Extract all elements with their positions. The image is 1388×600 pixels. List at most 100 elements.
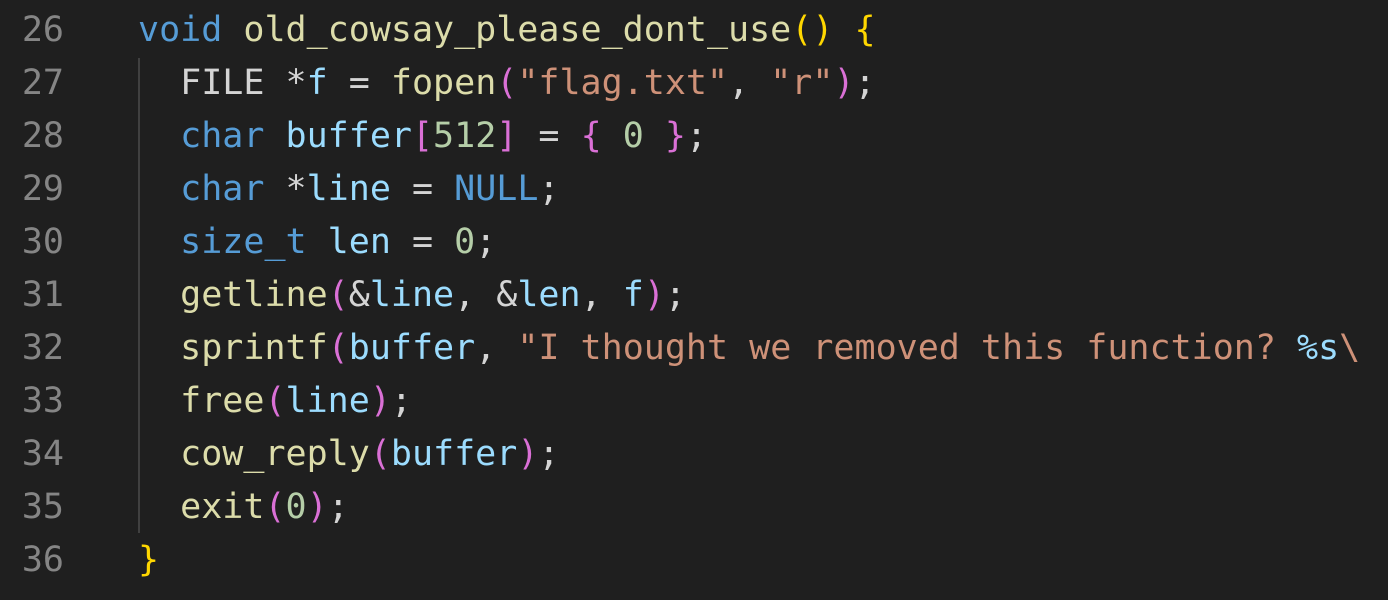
punctuation-token (138, 222, 180, 262)
function-token: free (180, 381, 265, 421)
line-number: 36 (21, 540, 64, 580)
identifier-token: f (622, 275, 644, 315)
punctuation-token: ; (538, 169, 560, 209)
bracket-token: ( (264, 381, 286, 421)
line-number: 29 (21, 169, 64, 209)
identifier-token: buffer (348, 328, 476, 368)
bracket-token: ] (496, 116, 518, 156)
bracket-token: } (664, 116, 686, 156)
punctuation-token (644, 116, 665, 156)
punctuation-token: ; (854, 63, 876, 103)
code-text[interactable]: getline(&line, &len, f); (138, 269, 686, 322)
string-token: "r" (770, 63, 834, 103)
identifier-token: line (369, 275, 455, 315)
punctuation-token: = (390, 222, 455, 262)
code-line[interactable]: 34 cow_reply(buffer); (0, 428, 1388, 481)
line-number: 28 (21, 116, 64, 156)
punctuation-token (222, 10, 243, 50)
code-text[interactable]: char buffer[512] = { 0 }; (138, 110, 707, 163)
line-number: 30 (21, 222, 64, 262)
keyword-token: char (180, 169, 265, 209)
punctuation-token: * (285, 63, 307, 103)
number-token: 0 (454, 222, 476, 262)
keyword-token: NULL (454, 169, 539, 209)
code-text[interactable]: free(line); (138, 375, 412, 428)
punctuation-token: FILE (180, 63, 265, 103)
function-token: fopen (390, 63, 497, 103)
code-text[interactable]: exit(0); (138, 481, 349, 534)
code-text[interactable]: FILE *f = fopen("flag.txt", "r"); (138, 57, 876, 110)
code-text[interactable]: cow_reply(buffer); (138, 428, 559, 481)
code-text[interactable]: void old_cowsay_please_dont_use() { (138, 4, 876, 57)
punctuation-token (138, 275, 180, 315)
code-line[interactable]: 29 char *line = NULL; (0, 163, 1388, 216)
punctuation-token: = (517, 116, 581, 156)
string-token: \ (1339, 328, 1361, 368)
line-number: 26 (21, 10, 64, 50)
bracket-token: } (138, 540, 160, 580)
code-text[interactable]: sprintf(buffer, "I thought we removed th… (138, 322, 1360, 375)
punctuation-token: , (728, 63, 771, 103)
bracket-token: ) (306, 487, 328, 527)
punctuation-token (264, 169, 285, 209)
punctuation-token: ; (475, 222, 497, 262)
function-token: old_cowsay_please_dont_use (243, 10, 792, 50)
identifier-token: line (306, 169, 391, 209)
code-line[interactable]: 35 exit(0); (0, 481, 1388, 534)
code-line[interactable]: 36} (0, 534, 1388, 587)
keyword-token: size_t (180, 222, 307, 262)
punctuation-token: ; (327, 487, 349, 527)
identifier-token: len (327, 222, 391, 262)
code-line[interactable]: 26 void old_cowsay_please_dont_use() { (0, 4, 1388, 57)
bracket-token: { (580, 116, 602, 156)
code-line[interactable]: 31 getline(&line, &len, f); (0, 269, 1388, 322)
punctuation-token: & (496, 275, 518, 315)
punctuation-token (264, 63, 285, 103)
punctuation-token (138, 434, 180, 474)
bracket-token: ( (327, 275, 349, 315)
identifier-token: %s (1297, 328, 1340, 368)
code-editor[interactable]: 26 void old_cowsay_please_dont_use() { 27… (0, 0, 1388, 600)
line-number: 35 (21, 487, 64, 527)
code-text[interactable]: } (138, 534, 159, 587)
punctuation-token: ; (538, 434, 560, 474)
punctuation-token (138, 328, 180, 368)
punctuation-token: = (390, 169, 455, 209)
punctuation-token: & (348, 275, 370, 315)
bracket-token: ) (369, 381, 391, 421)
string-token: "I thought we removed this function? (517, 328, 1297, 368)
string-token: "flag.txt" (517, 63, 729, 103)
code-line[interactable]: 30 size_t len = 0; (0, 216, 1388, 269)
punctuation-token (138, 381, 180, 421)
number-token: 0 (285, 487, 307, 527)
bracket-token: ) (643, 275, 665, 315)
identifier-token: len (517, 275, 581, 315)
keyword-token: char (180, 116, 265, 156)
bracket-token: { (854, 10, 876, 50)
code-text[interactable]: size_t len = 0; (138, 216, 496, 269)
punctuation-token (833, 10, 854, 50)
identifier-token: buffer (390, 434, 518, 474)
code-line[interactable]: 33 free(line); (0, 375, 1388, 428)
code-line[interactable]: 27 FILE *f = fopen("flag.txt", "r"); (0, 57, 1388, 110)
function-token: exit (180, 487, 265, 527)
punctuation-token (138, 169, 180, 209)
code-text[interactable]: char *line = NULL; (138, 163, 560, 216)
identifier-token: buffer (285, 116, 412, 156)
punctuation-token: , (454, 275, 497, 315)
punctuation-token: ; (685, 116, 708, 156)
punctuation-token: * (285, 169, 307, 209)
bracket-token: ) (517, 434, 539, 474)
line-number: 34 (21, 434, 64, 474)
punctuation-token (138, 116, 180, 156)
line-number: 27 (21, 63, 64, 103)
code-line[interactable]: 28 char buffer[512] = { 0 }; (0, 110, 1388, 163)
number-token: 512 (433, 116, 497, 156)
line-number: 32 (21, 328, 64, 368)
keyword-token: void (138, 10, 223, 50)
line-number: 33 (21, 381, 64, 421)
punctuation-token: , (475, 328, 518, 368)
identifier-token: line (285, 381, 370, 421)
bracket-token: ( (496, 63, 518, 103)
code-line[interactable]: 32 sprintf(buffer, "I thought we removed… (0, 322, 1388, 375)
